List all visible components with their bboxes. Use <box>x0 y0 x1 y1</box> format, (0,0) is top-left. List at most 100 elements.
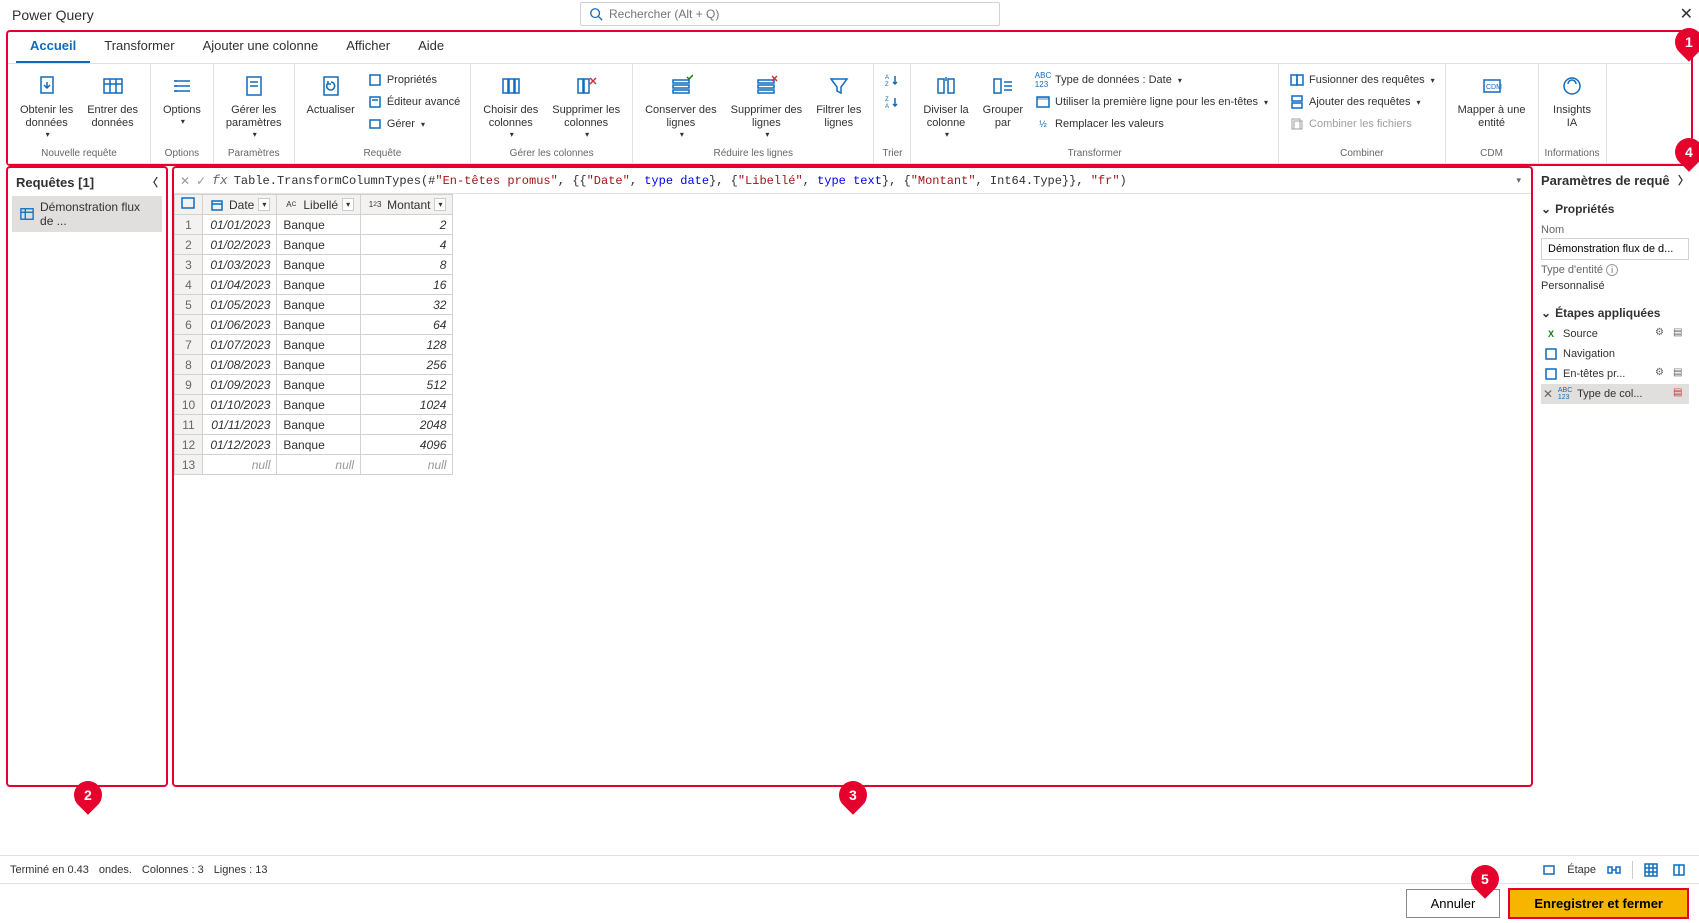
table-row[interactable]: 401/04/2023Banque16 <box>175 275 453 295</box>
cell-date[interactable]: 01/06/2023 <box>203 315 277 335</box>
col-header-montant[interactable]: 123Montant▾ <box>361 195 453 215</box>
sort-asc-button[interactable]: AZ <box>880 70 904 90</box>
name-input[interactable] <box>1541 238 1689 260</box>
query-item[interactable]: Démonstration flux de ... <box>12 196 162 232</box>
cell-date[interactable]: 01/05/2023 <box>203 295 277 315</box>
filter-dropdown-icon[interactable]: ▾ <box>342 198 354 211</box>
cell-date[interactable]: 01/08/2023 <box>203 355 277 375</box>
step-menu-icon[interactable]: ▤ <box>1673 327 1687 341</box>
step-type-colonnes[interactable]: ✕ABC123Type de col...▤ <box>1541 384 1689 404</box>
col-header-libelle[interactable]: ACLibellé▾ <box>277 195 361 215</box>
tab-aide[interactable]: Aide <box>404 32 458 63</box>
formula-dropdown-icon[interactable]: ▾ <box>1512 173 1525 188</box>
tab-ajouter-colonne[interactable]: Ajouter une colonne <box>189 32 333 63</box>
grid-corner[interactable] <box>175 195 203 215</box>
tab-afficher[interactable]: Afficher <box>332 32 404 63</box>
choisir-colonnes-button[interactable]: Choisir des colonnes▾ <box>477 66 544 143</box>
fx-icon[interactable]: fx <box>212 173 228 188</box>
cell-montant[interactable]: null <box>361 455 453 475</box>
cell-montant[interactable]: 4096 <box>361 435 453 455</box>
info-icon[interactable]: i <box>1606 264 1618 276</box>
cell-libelle[interactable]: null <box>277 455 361 475</box>
cell-libelle[interactable]: Banque <box>277 435 361 455</box>
data-grid[interactable]: Date▾ ACLibellé▾ 123Montant▾ 101/01/2023… <box>174 194 1531 785</box>
cell-montant[interactable]: 1024 <box>361 395 453 415</box>
mapper-entite-button[interactable]: CDM Mapper à une entité <box>1452 66 1532 134</box>
cell-libelle[interactable]: Banque <box>277 335 361 355</box>
table-row[interactable]: 801/08/2023Banque256 <box>175 355 453 375</box>
remplacer-valeurs-button[interactable]: ½Remplacer les valeurs <box>1031 114 1272 134</box>
step-menu-icon[interactable]: ▤ <box>1673 387 1687 401</box>
cell-date[interactable]: 01/12/2023 <box>203 435 277 455</box>
tab-accueil[interactable]: Accueil <box>16 32 90 63</box>
enregistrer-fermer-button[interactable]: Enregistrer et fermer <box>1508 888 1689 919</box>
diviser-colonne-button[interactable]: Diviser la colonne▾ <box>917 66 974 143</box>
supprimer-colonnes-button[interactable]: Supprimer les colonnes▾ <box>546 66 626 143</box>
cell-montant[interactable]: 16 <box>361 275 453 295</box>
table-row[interactable]: 601/06/2023Banque64 <box>175 315 453 335</box>
cell-libelle[interactable]: Banque <box>277 355 361 375</box>
schema-view-button[interactable] <box>1669 860 1689 880</box>
table-row[interactable]: 701/07/2023Banque128 <box>175 335 453 355</box>
tab-transformer[interactable]: Transformer <box>90 32 188 63</box>
formula-input[interactable]: Table.TransformColumnTypes(#"En-têtes pr… <box>234 174 1507 188</box>
filter-dropdown-icon[interactable]: ▾ <box>434 198 446 211</box>
cell-libelle[interactable]: Banque <box>277 235 361 255</box>
premiere-ligne-button[interactable]: Utiliser la première ligne pour les en-t… <box>1031 92 1272 112</box>
cell-libelle[interactable]: Banque <box>277 295 361 315</box>
grouper-par-button[interactable]: Grouper par <box>977 66 1029 134</box>
cell-date[interactable]: 01/02/2023 <box>203 235 277 255</box>
cell-montant[interactable]: 2 <box>361 215 453 235</box>
cell-date[interactable]: 01/07/2023 <box>203 335 277 355</box>
table-row[interactable]: 1001/10/2023Banque1024 <box>175 395 453 415</box>
cell-libelle[interactable]: Banque <box>277 415 361 435</box>
table-row[interactable]: 1201/12/2023Banque4096 <box>175 435 453 455</box>
step-menu-icon[interactable]: ▤ <box>1673 367 1687 381</box>
table-row[interactable]: 13nullnullnull <box>175 455 453 475</box>
close-icon[interactable]: ✕ <box>1680 4 1693 24</box>
delete-step-icon[interactable]: ✕ <box>1543 387 1553 401</box>
cell-date[interactable]: 01/03/2023 <box>203 255 277 275</box>
cell-montant[interactable]: 512 <box>361 375 453 395</box>
gear-icon[interactable]: ⚙ <box>1655 327 1669 341</box>
cell-libelle[interactable]: Banque <box>277 275 361 295</box>
gerer-button[interactable]: Gérer▾ <box>363 114 464 134</box>
cell-date[interactable]: 01/04/2023 <box>203 275 277 295</box>
cell-montant[interactable]: 4 <box>361 235 453 255</box>
steps-section[interactable]: ⌄Étapes appliquées <box>1541 302 1689 324</box>
formula-accept-icon[interactable]: ✓ <box>196 174 206 188</box>
cell-date[interactable]: 01/01/2023 <box>203 215 277 235</box>
cell-montant[interactable]: 8 <box>361 255 453 275</box>
cell-montant[interactable]: 128 <box>361 335 453 355</box>
gerer-parametres-button[interactable]: Gérer les paramètres▾ <box>220 66 288 143</box>
cell-libelle[interactable]: Banque <box>277 395 361 415</box>
actualiser-button[interactable]: Actualiser <box>301 66 361 121</box>
grid-view-button[interactable] <box>1641 860 1661 880</box>
cell-date[interactable]: 01/10/2023 <box>203 395 277 415</box>
formula-cancel-icon[interactable]: ✕ <box>180 174 190 188</box>
cell-montant[interactable]: 256 <box>361 355 453 375</box>
table-row[interactable]: 1101/11/2023Banque2048 <box>175 415 453 435</box>
proprietes-button[interactable]: Propriétés <box>363 70 464 90</box>
gear-icon[interactable]: ⚙ <box>1655 367 1669 381</box>
ajouter-requetes-button[interactable]: Ajouter des requêtes▾ <box>1285 92 1439 112</box>
options-button[interactable]: Options▾ <box>157 66 207 130</box>
editeur-avance-button[interactable]: Éditeur avancé <box>363 92 464 112</box>
cell-date[interactable]: 01/11/2023 <box>203 415 277 435</box>
collapse-icon[interactable]: 〈 <box>147 174 158 190</box>
obtenir-donnees-button[interactable]: Obtenir les données▾ <box>14 66 79 143</box>
cell-libelle[interactable]: Banque <box>277 375 361 395</box>
table-row[interactable]: 501/05/2023Banque32 <box>175 295 453 315</box>
fusionner-requetes-button[interactable]: Fusionner des requêtes▾ <box>1285 70 1439 90</box>
cell-montant[interactable]: 32 <box>361 295 453 315</box>
col-header-date[interactable]: Date▾ <box>203 195 277 215</box>
table-row[interactable]: 201/02/2023Banque4 <box>175 235 453 255</box>
cell-montant[interactable]: 2048 <box>361 415 453 435</box>
supprimer-lignes-button[interactable]: Supprimer des lignes▾ <box>725 66 809 143</box>
collapse-icon[interactable]: 〉 <box>1678 172 1689 188</box>
search-input[interactable] <box>609 7 991 21</box>
search-box[interactable] <box>580 2 1000 26</box>
step-source[interactable]: XSource⚙▤ <box>1541 324 1689 344</box>
type-donnees-button[interactable]: ABC123Type de données : Date▾ <box>1031 70 1272 90</box>
cell-libelle[interactable]: Banque <box>277 255 361 275</box>
